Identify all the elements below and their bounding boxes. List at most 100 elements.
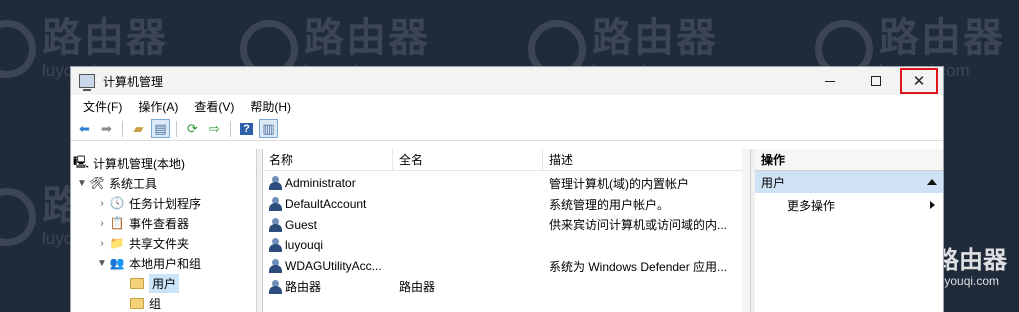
tree-item-system-tools[interactable]: ▼ 🛠 系统工具 bbox=[71, 173, 256, 193]
column-header-description[interactable]: 描述 bbox=[543, 149, 748, 170]
export-icon: ⇨ bbox=[209, 120, 220, 136]
computer-management-icon bbox=[79, 74, 95, 91]
column-header-fullname[interactable]: 全名 bbox=[393, 149, 543, 170]
user-name: luyouqi bbox=[285, 238, 324, 253]
folder-icon bbox=[129, 296, 145, 310]
console-tree: 🖳 计算机管理(本地) ▼ 🛠 系统工具 › 🕓 任务计划程序 › 📋 事件查看… bbox=[71, 149, 257, 312]
more-actions-item[interactable]: 更多操作 bbox=[755, 193, 943, 217]
tree-item-users[interactable]: 用户 bbox=[71, 273, 256, 293]
corner-watermark-text: 路由器 bbox=[935, 247, 1007, 274]
help-icon: ? bbox=[240, 122, 253, 135]
folder-up-icon: ▰ bbox=[133, 120, 144, 136]
table-row[interactable]: Administrator 管理计算机(域)的内置帐户 bbox=[263, 173, 750, 194]
chevron-down-icon[interactable]: ▼ bbox=[75, 178, 89, 189]
tree-label: 任务计划程序 bbox=[129, 196, 202, 211]
toolbar-separator bbox=[230, 120, 231, 137]
tree-label: 计算机管理(本地) bbox=[93, 156, 185, 171]
tree-label: 系统工具 bbox=[109, 176, 158, 191]
user-list: 名称 全名 描述 Administrator 管理计算机(域)的内置帐户 Def… bbox=[263, 149, 751, 312]
tree-item-shared-folders[interactable]: › 📁 共享文件夹 bbox=[71, 233, 256, 253]
action-pane-header: 操作 bbox=[755, 149, 943, 171]
user-name: WDAGUtilityAcc... bbox=[285, 259, 382, 274]
menu-view[interactable]: 查看(V) bbox=[186, 98, 242, 115]
watermark-text: 路由器 bbox=[42, 16, 168, 60]
submenu-arrow-icon bbox=[930, 201, 935, 209]
tree-item-task-scheduler[interactable]: › 🕓 任务计划程序 bbox=[71, 193, 256, 213]
refresh-icon: ⟳ bbox=[187, 120, 198, 136]
tree-item-local-users-groups[interactable]: ▼ 👥 本地用户和组 bbox=[71, 253, 256, 273]
list-rows: Administrator 管理计算机(域)的内置帐户 DefaultAccou… bbox=[263, 171, 750, 297]
collapse-triangle-icon[interactable] bbox=[927, 179, 937, 185]
clock-icon: 🕓 bbox=[109, 196, 125, 210]
tree-item-groups[interactable]: 组 bbox=[71, 293, 256, 312]
user-icon bbox=[268, 176, 282, 191]
show-hide-tree-button[interactable]: ▤ bbox=[151, 119, 170, 138]
maximize-button[interactable] bbox=[853, 67, 899, 95]
user-name: Administrator bbox=[285, 176, 356, 191]
event-viewer-icon: 📋 bbox=[109, 216, 125, 230]
vertical-scrollbar[interactable] bbox=[742, 149, 750, 312]
tree-label: 事件查看器 bbox=[129, 216, 190, 231]
user-description: 系统为 Windows Defender 应用... bbox=[549, 259, 728, 274]
refresh-button[interactable]: ⟳ bbox=[183, 119, 202, 138]
user-description: 供来宾访问计算机或访问域的内... bbox=[549, 218, 728, 233]
back-arrow-icon: ⬅ bbox=[79, 120, 90, 136]
user-description: 管理计算机(域)的内置帐户 bbox=[549, 176, 689, 191]
user-fullname: 路由器 bbox=[399, 280, 436, 295]
forward-button[interactable]: ➡ bbox=[97, 119, 116, 138]
console-tree-icon: ▤ bbox=[154, 120, 167, 136]
chevron-down-icon[interactable]: ▼ bbox=[95, 258, 109, 269]
table-row[interactable]: 路由器 路由器 bbox=[263, 276, 750, 297]
corner-watermark-url: luyouqi.com bbox=[935, 274, 1000, 288]
maximize-icon bbox=[871, 76, 881, 86]
shared-folder-icon: 📁 bbox=[109, 236, 125, 250]
toolbar-separator bbox=[176, 120, 177, 137]
forward-arrow-icon: ➡ bbox=[101, 120, 112, 136]
more-actions-label: 更多操作 bbox=[787, 198, 836, 213]
title-bar[interactable]: 计算机管理 ✕ bbox=[71, 67, 943, 95]
watermark-logo-icon bbox=[0, 19, 36, 78]
computer-management-window: 计算机管理 ✕ 文件(F) 操作(A) 查看(V) 帮助(H) ⬅ ➡ ▰ ▤ … bbox=[70, 66, 944, 312]
toolbar: ⬅ ➡ ▰ ▤ ⟳ ⇨ ? ▥ bbox=[71, 117, 943, 141]
user-icon bbox=[268, 217, 282, 232]
user-name: Guest bbox=[285, 217, 318, 232]
user-icon bbox=[268, 279, 282, 294]
watermark-text: 路由器 bbox=[879, 16, 1005, 60]
window-title: 计算机管理 bbox=[103, 74, 164, 89]
menu-help[interactable]: 帮助(H) bbox=[242, 98, 299, 115]
table-row[interactable]: WDAGUtilityAcc... 系统为 Windows Defender 应… bbox=[263, 256, 750, 277]
computer-management-icon: 🖳 bbox=[73, 154, 90, 169]
minimize-button[interactable] bbox=[807, 67, 853, 95]
action-pane: 操作 用户 更多操作 bbox=[755, 149, 943, 312]
tree-item-event-viewer[interactable]: › 📋 事件查看器 bbox=[71, 213, 256, 233]
menu-action[interactable]: 操作(A) bbox=[130, 98, 186, 115]
show-hide-action-pane-button[interactable]: ▥ bbox=[259, 119, 278, 138]
export-list-button[interactable]: ⇨ bbox=[205, 119, 224, 138]
back-button[interactable]: ⬅ bbox=[75, 119, 94, 138]
column-header-name[interactable]: 名称 bbox=[263, 149, 393, 170]
help-button[interactable]: ? bbox=[237, 119, 256, 138]
action-section-label: 用户 bbox=[761, 175, 786, 190]
list-header: 名称 全名 描述 bbox=[263, 149, 750, 171]
chevron-right-icon[interactable]: › bbox=[95, 218, 109, 229]
chevron-right-icon[interactable]: › bbox=[95, 238, 109, 249]
user-name: DefaultAccount bbox=[285, 197, 367, 212]
tree-label: 组 bbox=[149, 296, 162, 311]
user-name: 路由器 bbox=[285, 280, 322, 295]
panes: 🖳 计算机管理(本地) ▼ 🛠 系统工具 › 🕓 任务计划程序 › 📋 事件查看… bbox=[71, 149, 943, 312]
action-section-users[interactable]: 用户 bbox=[755, 171, 943, 193]
user-description: 系统管理的用户帐户。 bbox=[549, 197, 670, 212]
tree-item-root[interactable]: 🖳 计算机管理(本地) bbox=[71, 153, 256, 173]
users-group-icon: 👥 bbox=[109, 256, 125, 270]
minimize-icon bbox=[825, 80, 835, 82]
menu-file[interactable]: 文件(F) bbox=[75, 98, 130, 115]
up-one-level-button[interactable]: ▰ bbox=[129, 119, 148, 138]
tree-label: 本地用户和组 bbox=[129, 256, 202, 271]
table-row[interactable]: Guest 供来宾访问计算机或访问域的内... bbox=[263, 214, 750, 235]
user-icon bbox=[268, 259, 282, 274]
chevron-right-icon[interactable]: › bbox=[95, 198, 109, 209]
table-row[interactable]: DefaultAccount 系统管理的用户帐户。 bbox=[263, 194, 750, 215]
table-row[interactable]: luyouqi bbox=[263, 235, 750, 256]
watermark-text: 路由器 bbox=[304, 16, 430, 60]
close-button[interactable]: ✕ bbox=[899, 67, 939, 95]
